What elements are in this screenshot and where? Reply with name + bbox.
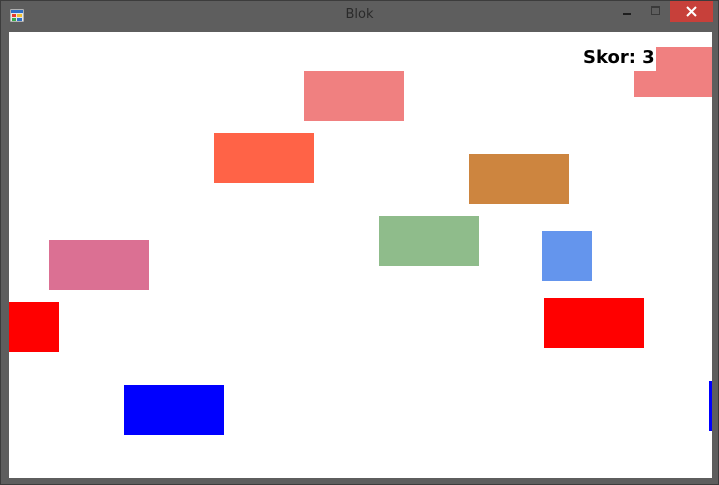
minimize-button[interactable] (613, 1, 639, 23)
close-button[interactable] (670, 1, 713, 22)
block-7[interactable] (542, 231, 592, 281)
block-3[interactable] (214, 133, 314, 183)
block-4[interactable] (469, 154, 569, 204)
block-1[interactable] (304, 71, 404, 121)
block-9[interactable] (544, 298, 644, 348)
game-canvas[interactable]: Skor: 3 (9, 32, 712, 478)
close-icon (686, 6, 697, 17)
game-window: Blok Skor: 3 (0, 0, 719, 485)
maximize-button[interactable] (642, 1, 668, 23)
block-10[interactable] (124, 385, 224, 435)
block-6[interactable] (49, 240, 149, 290)
window-title: Blok (345, 7, 374, 22)
block-11[interactable] (709, 381, 712, 431)
block-8[interactable] (9, 302, 59, 352)
score-label: Skor: 3 (583, 45, 656, 71)
title-bar[interactable]: Blok (1, 1, 718, 31)
block-5[interactable] (379, 216, 479, 266)
